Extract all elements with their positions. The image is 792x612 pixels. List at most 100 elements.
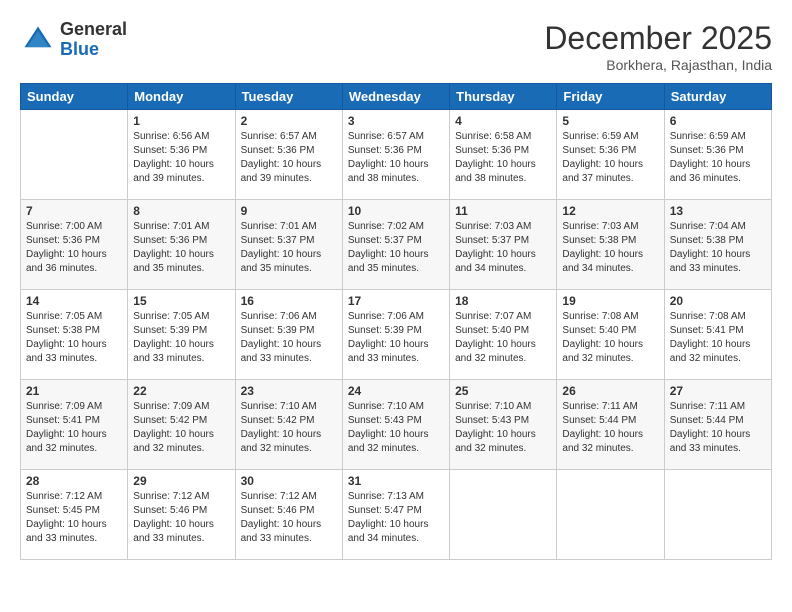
logo: General Blue — [20, 20, 127, 60]
calendar-cell: 29 Sunrise: 7:12 AM Sunset: 5:46 PM Dayli… — [128, 470, 235, 560]
day-info: Sunrise: 7:03 AM Sunset: 5:37 PM Dayligh… — [455, 220, 551, 276]
calendar-cell — [557, 470, 664, 560]
calendar-cell: 9 Sunrise: 7:01 AM Sunset: 5:37 PM Daylig… — [235, 200, 342, 290]
day-info: Sunrise: 7:07 AM Sunset: 5:40 PM Dayligh… — [455, 310, 551, 366]
page-header: General Blue December 2025 Borkhera, Raj… — [20, 20, 772, 73]
calendar-cell: 13 Sunrise: 7:04 AM Sunset: 5:38 PM Dayli… — [664, 200, 771, 290]
calendar-cell: 28Sunrise: 7:12 AM Sunset: 5:45 PM Dayli… — [21, 470, 128, 560]
calendar-cell: 24 Sunrise: 7:10 AM Sunset: 5:43 PM Dayli… — [342, 380, 449, 470]
day-info: Sunrise: 7:06 AM Sunset: 5:39 PM Dayligh… — [348, 310, 444, 366]
day-number: 30 — [241, 474, 337, 488]
day-number: 19 — [562, 294, 658, 308]
day-number: 20 — [670, 294, 766, 308]
calendar-cell: 17 Sunrise: 7:06 AM Sunset: 5:39 PM Dayli… — [342, 290, 449, 380]
day-info: Sunrise: 7:03 AM Sunset: 5:38 PM Dayligh… — [562, 220, 658, 276]
day-info: Sunrise: 7:09 AM Sunset: 5:42 PM Dayligh… — [133, 400, 229, 456]
calendar-cell: 6 Sunrise: 6:59 AM Sunset: 5:36 PM Daylig… — [664, 110, 771, 200]
column-header-sunday: Sunday — [21, 84, 128, 110]
column-header-wednesday: Wednesday — [342, 84, 449, 110]
day-info: Sunrise: 7:12 AM Sunset: 5:46 PM Dayligh… — [133, 490, 229, 546]
calendar-cell: 16 Sunrise: 7:06 AM Sunset: 5:39 PM Dayli… — [235, 290, 342, 380]
calendar-week-row: 21 Sunrise: 7:09 AM Sunset: 5:41 PM Dayli… — [21, 380, 772, 470]
calendar-cell: 14 Sunrise: 7:05 AM Sunset: 5:38 PM Dayli… — [21, 290, 128, 380]
calendar-cell: 21 Sunrise: 7:09 AM Sunset: 5:41 PM Dayli… — [21, 380, 128, 470]
calendar-cell: 20Sunrise: 7:08 AM Sunset: 5:41 PM Dayli… — [664, 290, 771, 380]
day-info: Sunrise: 7:00 AM Sunset: 5:36 PM Dayligh… — [26, 220, 122, 276]
calendar-table: SundayMondayTuesdayWednesdayThursdayFrid… — [20, 83, 772, 560]
day-info: Sunrise: 7:05 AM Sunset: 5:38 PM Dayligh… — [26, 310, 122, 366]
day-info: Sunrise: 7:02 AM Sunset: 5:37 PM Dayligh… — [348, 220, 444, 276]
day-info: Sunrise: 6:56 AM Sunset: 5:36 PM Dayligh… — [133, 130, 229, 186]
day-number: 31 — [348, 474, 444, 488]
title-area: December 2025 Borkhera, Rajasthan, India — [544, 20, 772, 73]
day-info: Sunrise: 7:10 AM Sunset: 5:43 PM Dayligh… — [348, 400, 444, 456]
calendar-cell: 18Sunrise: 7:07 AM Sunset: 5:40 PM Dayli… — [450, 290, 557, 380]
calendar-week-row: 1 Sunrise: 6:56 AM Sunset: 5:36 PM Daylig… — [21, 110, 772, 200]
day-info: Sunrise: 7:01 AM Sunset: 5:36 PM Dayligh… — [133, 220, 229, 276]
day-number: 24 — [348, 384, 444, 398]
day-info: Sunrise: 7:01 AM Sunset: 5:37 PM Dayligh… — [241, 220, 337, 276]
column-header-thursday: Thursday — [450, 84, 557, 110]
calendar-cell — [664, 470, 771, 560]
day-info: Sunrise: 7:10 AM Sunset: 5:43 PM Dayligh… — [455, 400, 551, 456]
day-info: Sunrise: 7:09 AM Sunset: 5:41 PM Dayligh… — [26, 400, 122, 456]
calendar-week-row: 28Sunrise: 7:12 AM Sunset: 5:45 PM Dayli… — [21, 470, 772, 560]
day-number: 1 — [133, 114, 229, 128]
column-header-monday: Monday — [128, 84, 235, 110]
day-number: 2 — [241, 114, 337, 128]
logo-text: General Blue — [60, 20, 127, 60]
day-number: 27 — [670, 384, 766, 398]
day-number: 13 — [670, 204, 766, 218]
calendar-cell: 19 Sunrise: 7:08 AM Sunset: 5:40 PM Dayli… — [557, 290, 664, 380]
day-info: Sunrise: 6:58 AM Sunset: 5:36 PM Dayligh… — [455, 130, 551, 186]
calendar-cell: 5 Sunrise: 6:59 AM Sunset: 5:36 PM Daylig… — [557, 110, 664, 200]
day-number: 23 — [241, 384, 337, 398]
calendar-cell: 10 Sunrise: 7:02 AM Sunset: 5:37 PM Dayli… — [342, 200, 449, 290]
day-number: 8 — [133, 204, 229, 218]
day-number: 22 — [133, 384, 229, 398]
column-header-tuesday: Tuesday — [235, 84, 342, 110]
calendar-cell — [21, 110, 128, 200]
day-number: 17 — [348, 294, 444, 308]
day-number: 3 — [348, 114, 444, 128]
month-title: December 2025 — [544, 20, 772, 57]
calendar-cell: 3 Sunrise: 6:57 AM Sunset: 5:36 PM Daylig… — [342, 110, 449, 200]
location: Borkhera, Rajasthan, India — [544, 57, 772, 73]
day-number: 14 — [26, 294, 122, 308]
day-info: Sunrise: 6:59 AM Sunset: 5:36 PM Dayligh… — [670, 130, 766, 186]
calendar-cell: 1 Sunrise: 6:56 AM Sunset: 5:36 PM Daylig… — [128, 110, 235, 200]
day-number: 5 — [562, 114, 658, 128]
calendar-header-row: SundayMondayTuesdayWednesdayThursdayFrid… — [21, 84, 772, 110]
day-info: Sunrise: 6:59 AM Sunset: 5:36 PM Dayligh… — [562, 130, 658, 186]
calendar-cell: 4 Sunrise: 6:58 AM Sunset: 5:36 PM Daylig… — [450, 110, 557, 200]
day-info: Sunrise: 7:11 AM Sunset: 5:44 PM Dayligh… — [670, 400, 766, 456]
day-number: 21 — [26, 384, 122, 398]
day-number: 9 — [241, 204, 337, 218]
day-number: 16 — [241, 294, 337, 308]
calendar-week-row: 7Sunrise: 7:00 AM Sunset: 5:36 PM Daylig… — [21, 200, 772, 290]
day-info: Sunrise: 7:08 AM Sunset: 5:40 PM Dayligh… — [562, 310, 658, 366]
day-info: Sunrise: 6:57 AM Sunset: 5:36 PM Dayligh… — [348, 130, 444, 186]
calendar-cell: 22 Sunrise: 7:09 AM Sunset: 5:42 PM Dayli… — [128, 380, 235, 470]
day-info: Sunrise: 7:06 AM Sunset: 5:39 PM Dayligh… — [241, 310, 337, 366]
day-info: Sunrise: 7:13 AM Sunset: 5:47 PM Dayligh… — [348, 490, 444, 546]
day-info: Sunrise: 7:12 AM Sunset: 5:46 PM Dayligh… — [241, 490, 337, 546]
day-number: 12 — [562, 204, 658, 218]
day-number: 4 — [455, 114, 551, 128]
column-header-saturday: Saturday — [664, 84, 771, 110]
day-info: Sunrise: 7:05 AM Sunset: 5:39 PM Dayligh… — [133, 310, 229, 366]
day-number: 10 — [348, 204, 444, 218]
calendar-cell: 15Sunrise: 7:05 AM Sunset: 5:39 PM Dayli… — [128, 290, 235, 380]
calendar-week-row: 14 Sunrise: 7:05 AM Sunset: 5:38 PM Dayli… — [21, 290, 772, 380]
calendar-cell: 7Sunrise: 7:00 AM Sunset: 5:36 PM Daylig… — [21, 200, 128, 290]
day-info: Sunrise: 7:04 AM Sunset: 5:38 PM Dayligh… — [670, 220, 766, 276]
day-number: 6 — [670, 114, 766, 128]
calendar-cell: 25Sunrise: 7:10 AM Sunset: 5:43 PM Dayli… — [450, 380, 557, 470]
calendar-cell: 30 Sunrise: 7:12 AM Sunset: 5:46 PM Dayli… — [235, 470, 342, 560]
day-info: Sunrise: 6:57 AM Sunset: 5:36 PM Dayligh… — [241, 130, 337, 186]
calendar-cell: 31 Sunrise: 7:13 AM Sunset: 5:47 PM Dayli… — [342, 470, 449, 560]
logo-general: General — [60, 20, 127, 40]
day-info: Sunrise: 7:12 AM Sunset: 5:45 PM Dayligh… — [26, 490, 122, 546]
day-number: 29 — [133, 474, 229, 488]
logo-blue: Blue — [60, 40, 127, 60]
